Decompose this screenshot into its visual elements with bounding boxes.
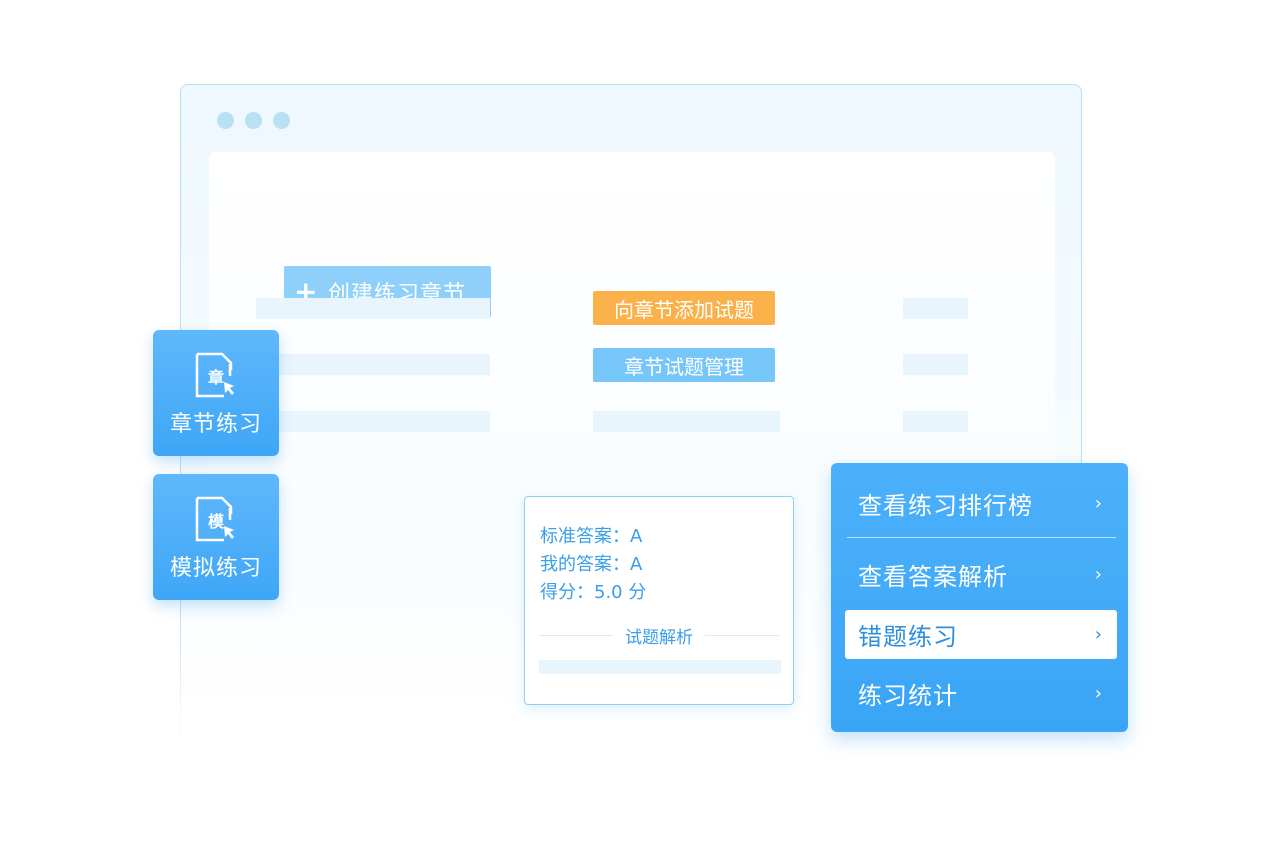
chevron-right-icon: ›	[1094, 624, 1103, 645]
answer-result-card: 标准答案：A 我的答案：A 得分：5.0 分 试题解析	[524, 496, 794, 705]
placeholder-bar	[256, 411, 490, 432]
mock-practice-label: 模拟练习	[169, 556, 262, 581]
chevron-right-icon: ›	[1094, 683, 1103, 704]
score-text: 得分：5.0 分	[540, 582, 647, 603]
menu-divider	[847, 537, 1116, 538]
window-control-dot[interactable]	[217, 112, 234, 129]
manage-questions-button[interactable]: 章节试题管理	[593, 348, 775, 382]
standard-answer-text: 标准答案：A	[540, 526, 643, 547]
chapter-practice-label: 章节练习	[169, 412, 262, 437]
placeholder-bar	[256, 298, 490, 319]
card-icon-char: 章	[207, 368, 224, 387]
card-icon-char: 模	[207, 512, 224, 531]
placeholder-bar	[903, 354, 968, 375]
menu-item-label: 练习统计	[858, 682, 958, 710]
menu-item-leaderboard[interactable]: 查看练习排行榜 ›	[845, 479, 1117, 528]
window-control-dot[interactable]	[245, 112, 262, 129]
chevron-right-icon: ›	[1094, 564, 1103, 585]
placeholder-bar	[903, 411, 968, 432]
menu-item-statistics[interactable]: 练习统计 ›	[845, 669, 1117, 718]
divider-line	[539, 634, 613, 636]
analysis-title: 试题解析	[625, 627, 693, 648]
placeholder-bar	[593, 411, 780, 432]
mock-practice-card[interactable]: 模 模拟练习	[153, 474, 279, 600]
chapter-practice-card[interactable]: 章 章节练习	[153, 330, 279, 456]
analysis-placeholder-bar	[539, 660, 781, 674]
menu-item-label: 错题练习	[858, 623, 958, 651]
menu-item-label: 查看练习排行榜	[858, 492, 1033, 520]
menu-item-answer-analysis[interactable]: 查看答案解析 ›	[845, 550, 1117, 599]
analysis-divider: 试题解析	[539, 624, 779, 648]
my-answer-text: 我的答案：A	[540, 554, 643, 575]
practice-menu: 查看练习排行榜 › 查看答案解析 › 错题练习 › 练习统计 ›	[831, 463, 1128, 732]
divider-line	[705, 634, 779, 636]
window-control-dot[interactable]	[273, 112, 290, 129]
placeholder-bar	[256, 354, 490, 375]
chevron-right-icon: ›	[1094, 493, 1103, 514]
placeholder-bar	[903, 298, 968, 319]
menu-item-label: 查看答案解析	[858, 563, 1008, 591]
menu-item-wrong-questions[interactable]: 错题练习 ›	[845, 610, 1117, 659]
add-questions-button[interactable]: 向章节添加试题	[593, 291, 775, 325]
